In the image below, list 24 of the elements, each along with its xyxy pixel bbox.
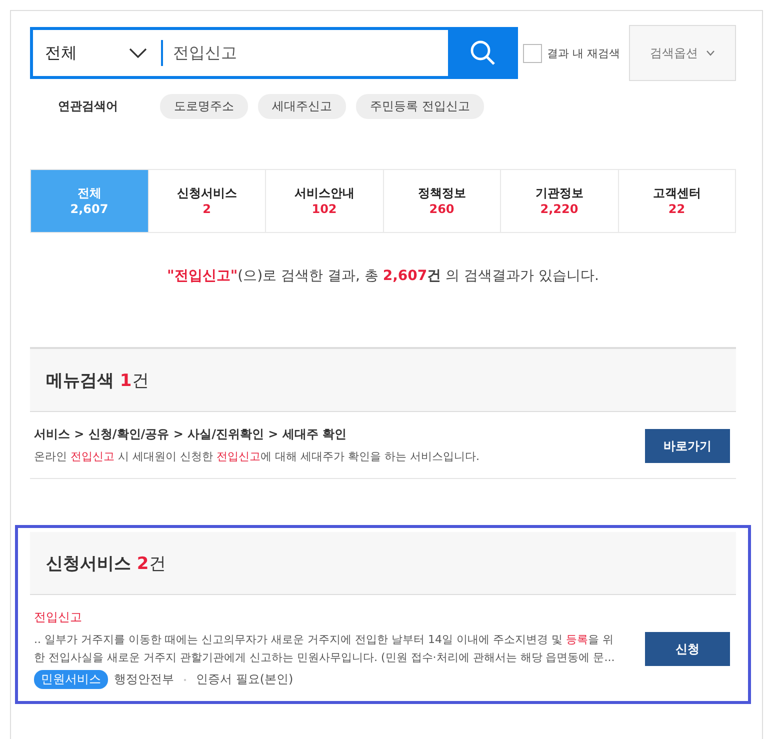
related-label: 연관검색어	[58, 98, 118, 115]
chevron-down-icon	[706, 50, 715, 56]
meta-text: 행정안전부	[114, 671, 174, 688]
result-link[interactable]: 전입신고	[34, 609, 621, 626]
keyword-chip[interactable]: 도로명주소	[160, 94, 248, 119]
search-button[interactable]	[448, 27, 518, 79]
keyword-chip[interactable]: 주민등록 전입신고	[356, 94, 484, 119]
category-tag: 민원서비스	[34, 670, 108, 689]
search-options-button[interactable]: 검색옵션	[629, 25, 736, 81]
action-button[interactable]: 바로가기	[645, 429, 730, 463]
meta-text: 인증서 필요(본인)	[196, 671, 294, 688]
menu-path: 서비스 > 신청/확인/공유 > 사실/진위확인 > 세대주 확인	[34, 426, 348, 443]
search-icon	[470, 40, 496, 66]
refine-checkbox[interactable]	[523, 44, 542, 62]
section-title: 메뉴검색 1건	[46, 370, 149, 392]
action-button[interactable]: 신청	[645, 632, 730, 666]
section-title: 신청서비스 2건	[46, 552, 166, 574]
result-summary: "전입신고"(으)로 검색한 결과, 총 2,607건 의 검색결과가 있습니다.	[166, 267, 600, 285]
refine-label: 결과 내 재검색	[547, 46, 620, 60]
keyword-chip[interactable]: 세대주신고	[258, 94, 346, 119]
chevron-down-icon	[129, 48, 147, 58]
search-bar[interactable]: 전체 전입신고	[30, 27, 518, 79]
result-description: 온라인 전입신고 시 세대원이 신청한 전입신고에 대해 세대주가 확인을 하는 서비스입니다.	[34, 449, 480, 465]
result-description: .. 일부가 거주지를 이동한 때에는 신고의무자가 새로운 거주지에 전입한 날부터 14일 이내에 주소지변경 및 등록을 위한 전입사실을 새로운 거주지 관할기관에게 신고하는 민원사무입니다. (민원 접수·처리에 관해서는 해당 읍면동에 문...	[34, 632, 616, 666]
